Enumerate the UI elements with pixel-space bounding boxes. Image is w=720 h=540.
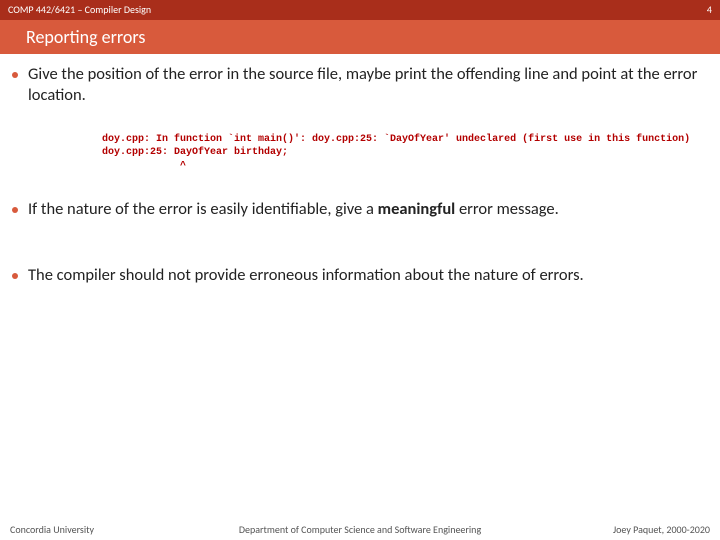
footer-left: Concordia University xyxy=(10,520,94,540)
bullet-3: The compiler should not provide erroneou… xyxy=(12,265,708,286)
bullet-2: If the nature of the error is easily ide… xyxy=(12,199,708,220)
spacer xyxy=(12,247,708,265)
footer-mid: Department of Computer Science and Softw… xyxy=(239,520,481,540)
footer-right: Joey Paquet, 2000-2020 xyxy=(613,520,710,540)
code-block: doy.cpp: In function `int main()': doy.c… xyxy=(102,133,708,174)
bullet-2-post: error message. xyxy=(455,199,559,219)
bullet-1: Give the position of the error in the so… xyxy=(12,64,708,107)
slide-title: Reporting errors xyxy=(0,20,720,54)
page-number: 4 xyxy=(707,0,712,20)
bullet-2-text: If the nature of the error is easily ide… xyxy=(28,199,559,220)
bullet-2-bold: meaningful xyxy=(378,199,456,219)
bullet-3-text: The compiler should not provide erroneou… xyxy=(28,265,584,286)
course-label: COMP 442/6421 – Compiler Design xyxy=(8,0,151,20)
bullet-dot-icon xyxy=(12,273,18,279)
bullet-dot-icon xyxy=(12,207,18,213)
bullet-dot-icon xyxy=(12,72,18,78)
top-bar: COMP 442/6421 – Compiler Design 4 xyxy=(0,0,720,20)
slide: COMP 442/6421 – Compiler Design 4 Report… xyxy=(0,0,720,540)
bullet-1-text: Give the position of the error in the so… xyxy=(28,64,708,107)
footer: Concordia University Department of Compu… xyxy=(0,520,720,540)
bullet-2-pre: If the nature of the error is easily ide… xyxy=(28,199,378,219)
content-area: Give the position of the error in the so… xyxy=(0,54,720,286)
